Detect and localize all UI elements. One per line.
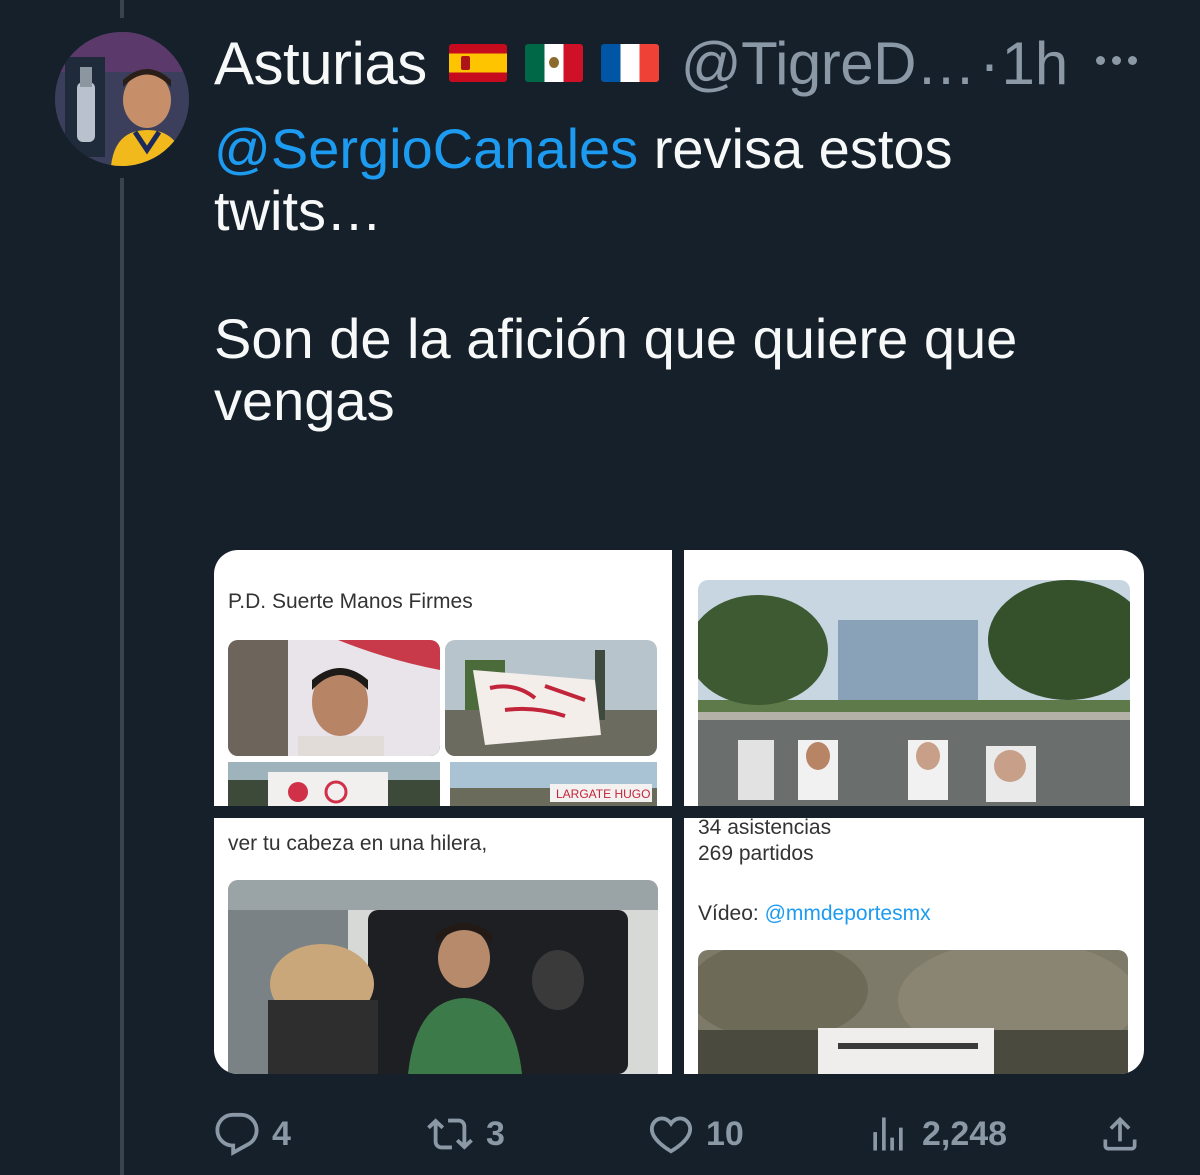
spain-flag-icon [448,44,507,82]
views-count: 2,248 [922,1114,1008,1153]
media-2-photo-street [698,580,1130,806]
media-3-photo-car [228,880,658,1074]
media-image-4[interactable]: 34 asistencias 269 partidos Vídeo: @mmde… [684,818,1144,1074]
reply-icon [215,1112,259,1156]
heart-icon [649,1116,693,1154]
tweet-text-line-5: vengas [214,369,395,432]
reply-button[interactable]: 4 [214,1108,291,1160]
media-3-caption: ver tu cabeza en una hilera, [228,832,488,855]
svg-text:LARGATE HUGO: LARGATE HUGO [556,787,650,801]
tweet-text-line-4: Son de la afición que quiere que [214,307,1018,370]
media-1-photo-fence [228,762,440,806]
media-divider-vertical [672,550,684,1074]
media-1-caption: P.D. Suerte Manos Firmes [228,590,473,613]
share-button[interactable] [1098,1108,1142,1160]
tweet-header: Asturias @TigreD… · 1h [214,29,1114,98]
views-icon [873,1117,903,1151]
media-4-video-label: Vídeo: [698,902,765,925]
avatar[interactable] [55,32,189,166]
tweet-text-blank [214,242,1134,304]
media-1-photo-player [228,640,440,756]
more-options-icon[interactable] [1096,50,1140,70]
media-grid: P.D. Suerte Manos Firmes LARGATE HUGO ve… [214,550,1144,1074]
like-count: 10 [706,1114,744,1153]
media-image-3[interactable]: ver tu cabeza en una hilera, [214,818,672,1074]
share-icon [1103,1116,1137,1151]
media-image-2[interactable] [684,550,1144,806]
media-4-video-line: Vídeo: @mmdeportesmx [698,902,931,926]
tweet-text-line-1-rest: revisa estos [638,117,953,180]
retweet-count: 3 [486,1114,505,1153]
views-button[interactable]: 2,248 [866,1108,1007,1160]
reply-count: 4 [272,1114,291,1153]
timestamp[interactable]: 1h [1001,29,1068,98]
tweet-text-line-1: @SergioCanales revisa estos [214,118,1134,180]
media-1-photo-sign: LARGATE HUGO [450,762,657,806]
media-4-photo-banner [698,950,1128,1074]
media-4-line-1: 34 asistencias [698,818,832,839]
mexico-flag-icon [524,44,583,82]
media-1-photo-banner [445,640,657,756]
mention-link[interactable]: @SergioCanales [214,117,638,180]
display-name[interactable]: Asturias [214,29,427,98]
tweet-text-line-2: twits… [214,179,382,242]
tweet-actions: 4 3 10 2,248 [214,1108,1144,1160]
tweet-text: @SergioCanales revisa estos twits… Son d… [214,118,1134,432]
media-4-video-link[interactable]: @mmdeportesmx [765,902,931,925]
thread-line [120,178,124,1175]
france-flag-icon [600,44,659,82]
avatar-image [55,32,189,166]
retweet-button[interactable]: 3 [426,1108,505,1160]
media-4-line-2: 269 partidos [698,842,814,865]
separator-dot: · [979,29,1000,97]
user-handle[interactable]: @TigreD… [681,29,976,98]
thread-line-top [120,0,124,18]
like-button[interactable]: 10 [648,1108,744,1160]
media-image-1[interactable]: P.D. Suerte Manos Firmes LARGATE HUGO [214,550,672,806]
retweet-icon [427,1118,473,1150]
